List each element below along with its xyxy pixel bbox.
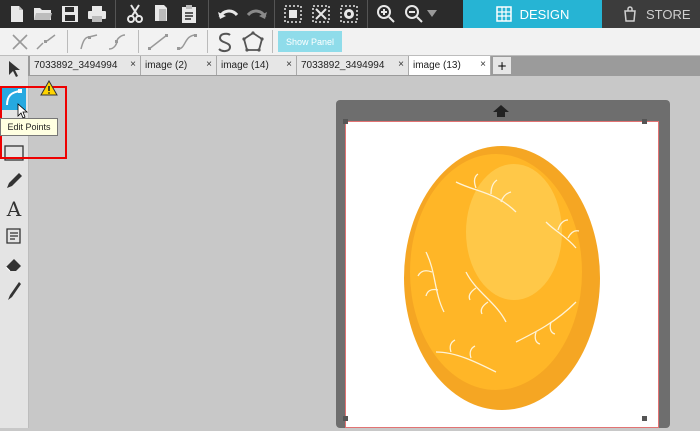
group-icon[interactable] bbox=[279, 0, 307, 28]
delete-point-icon[interactable] bbox=[7, 29, 33, 54]
egg-artwork bbox=[404, 146, 600, 410]
close-tab-icon[interactable]: × bbox=[206, 59, 212, 70]
eraser-tool-icon[interactable] bbox=[0, 251, 28, 277]
selection-handle[interactable] bbox=[343, 119, 348, 124]
document-tab[interactable]: 7033892_3494994 × bbox=[30, 56, 141, 75]
straighten-segment-icon[interactable] bbox=[145, 29, 171, 54]
document-tab-label: image (13) bbox=[413, 60, 461, 71]
zoom-dropdown-icon[interactable] bbox=[422, 0, 442, 28]
document-tab-label: 7033892_3494994 bbox=[301, 60, 385, 71]
document-tab[interactable]: image (2) × bbox=[141, 56, 217, 75]
tab-design[interactable]: DESIGN bbox=[463, 0, 602, 28]
paste-icon[interactable] bbox=[175, 0, 203, 28]
new-file-icon[interactable] bbox=[3, 0, 31, 28]
tab-store[interactable]: STORE bbox=[602, 0, 700, 28]
open-folder-icon[interactable] bbox=[29, 0, 57, 28]
warning-icon bbox=[40, 79, 58, 96]
ungroup-icon[interactable] bbox=[307, 0, 335, 28]
make-smooth-icon[interactable] bbox=[104, 29, 130, 54]
selection-handle[interactable] bbox=[642, 119, 647, 124]
break-path-icon[interactable] bbox=[33, 29, 59, 54]
simplify-tool-icon[interactable] bbox=[240, 29, 266, 54]
mat-load-arrow-icon[interactable] bbox=[492, 103, 510, 117]
selection-handle[interactable] bbox=[642, 416, 647, 421]
edit-points-toolbar bbox=[0, 28, 700, 56]
text-tool-icon[interactable]: A bbox=[0, 196, 28, 222]
print-icon[interactable] bbox=[83, 0, 111, 28]
knife-tool-icon[interactable] bbox=[0, 278, 28, 304]
text-on-path-tool-icon[interactable] bbox=[0, 223, 28, 249]
show-panel-button[interactable]: Show Panel bbox=[278, 31, 342, 52]
select-icon[interactable] bbox=[335, 0, 363, 28]
undo-icon[interactable] bbox=[214, 0, 242, 28]
mouse-cursor-icon bbox=[17, 103, 29, 119]
add-tab-button[interactable]: + bbox=[493, 57, 511, 74]
selection-handle[interactable] bbox=[343, 416, 348, 421]
design-grid-icon bbox=[495, 6, 512, 22]
document-tab[interactable]: image (14) × bbox=[217, 56, 297, 75]
store-icon bbox=[624, 6, 636, 22]
document-tab-bar: 7033892_3494994 × image (2) × image (14)… bbox=[28, 56, 700, 76]
document-tab[interactable]: 7033892_3494994 × bbox=[297, 56, 409, 75]
close-tab-icon[interactable]: × bbox=[130, 59, 136, 70]
document-tab-label: image (14) bbox=[221, 60, 269, 71]
smooth-tool-icon[interactable] bbox=[212, 29, 238, 54]
cut-icon[interactable] bbox=[121, 0, 149, 28]
copy-icon[interactable] bbox=[148, 0, 176, 28]
tab-store-label: STORE bbox=[646, 6, 691, 22]
close-tab-icon[interactable]: × bbox=[398, 59, 404, 70]
main-toolbar: DESIGN STORE bbox=[0, 0, 700, 28]
document-tab-active[interactable]: image (13) × bbox=[409, 56, 491, 75]
zoom-in-icon[interactable] bbox=[372, 0, 400, 28]
curve-segment-icon[interactable] bbox=[174, 29, 200, 54]
pointer-tool-icon[interactable] bbox=[0, 56, 28, 82]
make-corner-icon[interactable] bbox=[76, 29, 102, 54]
close-tab-icon[interactable]: × bbox=[480, 59, 486, 70]
tab-design-label: DESIGN bbox=[519, 6, 570, 22]
document-tab-label: image (2) bbox=[145, 60, 188, 71]
document-tab-label: 7033892_3494994 bbox=[34, 60, 118, 71]
design-page[interactable] bbox=[345, 121, 659, 428]
save-icon[interactable] bbox=[56, 0, 84, 28]
redo-icon[interactable] bbox=[243, 0, 271, 28]
edit-points-tooltip: Edit Points bbox=[0, 118, 58, 136]
pencil-tool-icon[interactable] bbox=[0, 168, 28, 194]
close-tab-icon[interactable]: × bbox=[286, 59, 292, 70]
